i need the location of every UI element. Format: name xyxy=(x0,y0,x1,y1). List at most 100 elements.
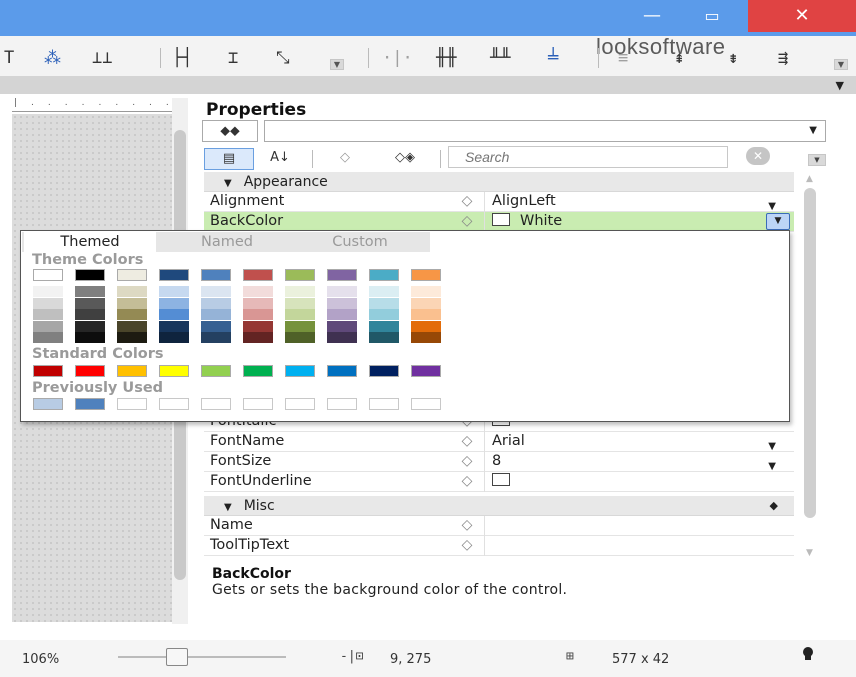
h-spacing-inc-icon[interactable]: ╨╨ xyxy=(490,48,510,68)
theme-shade-swatch[interactable] xyxy=(327,286,357,297)
standard-color-swatch[interactable] xyxy=(327,365,357,377)
align-bottom-icon[interactable]: ⊥⊥ xyxy=(92,48,112,68)
theme-shade-swatch[interactable] xyxy=(369,332,399,344)
standard-color-swatch[interactable] xyxy=(201,365,231,377)
binding-diamond-icon[interactable]: ◇ xyxy=(452,516,482,535)
theme-shade-swatch[interactable] xyxy=(327,297,357,309)
theme-shade-swatch[interactable] xyxy=(33,320,63,332)
theme-shade-swatch[interactable] xyxy=(33,309,63,321)
theme-shade-swatch[interactable] xyxy=(75,320,105,332)
theme-shade-swatch[interactable] xyxy=(33,332,63,344)
scroll-up-icon[interactable]: ▲ xyxy=(806,174,813,184)
v-spacing-inc-icon[interactable]: ⇟ xyxy=(728,48,738,68)
standard-color-swatch[interactable] xyxy=(75,365,105,377)
categorized-button[interactable]: ▤ xyxy=(204,148,254,170)
property-row-name[interactable]: Name ◇ xyxy=(204,516,794,536)
theme-color-swatch[interactable] xyxy=(75,269,105,281)
theme-shade-swatch[interactable] xyxy=(117,297,147,309)
same-height-icon[interactable]: ⌶ xyxy=(228,48,238,68)
binding-diamond-icon[interactable]: ◇ xyxy=(452,472,482,491)
theme-color-swatch[interactable] xyxy=(285,269,315,281)
same-size-icon[interactable]: ⤡ xyxy=(276,48,290,68)
toolbar-overflow-button-2[interactable]: ▼ xyxy=(834,59,848,70)
close-button[interactable]: ✕ xyxy=(748,0,856,32)
property-row-tooltiptext[interactable]: ToolTipText ◇ xyxy=(204,536,794,556)
theme-color-swatch[interactable] xyxy=(159,269,189,281)
theme-shade-swatch[interactable] xyxy=(285,297,315,309)
theme-shade-swatch[interactable] xyxy=(33,297,63,309)
standard-color-swatch[interactable] xyxy=(33,365,63,377)
theme-shade-swatch[interactable] xyxy=(411,309,441,321)
h-spacing-icon[interactable]: ·|· xyxy=(382,48,413,68)
property-row-fontunderline[interactable]: FontUnderline ◇ xyxy=(204,472,794,492)
theme-shade-swatch[interactable] xyxy=(201,309,231,321)
theme-shade-swatch[interactable] xyxy=(243,309,273,321)
theme-shade-swatch[interactable] xyxy=(327,320,357,332)
theme-color-swatch[interactable] xyxy=(411,269,441,281)
theme-shade-swatch[interactable] xyxy=(327,309,357,321)
align-middle-icon[interactable]: ⁂ xyxy=(44,48,61,68)
v-spacing-equal-icon[interactable]: ⇞ xyxy=(674,48,684,68)
property-row-alignment[interactable]: Alignment ◇ AlignLeft ▼ xyxy=(204,192,794,212)
theme-shade-swatch[interactable] xyxy=(75,286,105,297)
property-grid-scrollbar-thumb[interactable] xyxy=(804,188,816,518)
theme-shade-swatch[interactable] xyxy=(159,332,189,344)
binding-diamond-icon[interactable]: ◇ xyxy=(452,192,482,211)
property-row-backcolor[interactable]: BackColor ◇ White ▼ xyxy=(204,212,794,232)
h-spacing-dec-icon[interactable]: ╧ xyxy=(548,48,558,68)
bindings-button[interactable]: ◇◈ xyxy=(380,148,430,170)
v-spacing-dec-icon[interactable]: ⇶ xyxy=(778,48,788,68)
theme-shade-swatch[interactable] xyxy=(117,286,147,297)
standard-color-swatch[interactable] xyxy=(117,365,147,377)
theme-shade-swatch[interactable] xyxy=(411,297,441,309)
same-width-icon[interactable]: ├┤ xyxy=(172,48,192,68)
collapse-arrow-icon[interactable]: ▼ xyxy=(836,79,844,92)
theme-shade-swatch[interactable] xyxy=(201,286,231,297)
theme-shade-swatch[interactable] xyxy=(285,309,315,321)
clear-search-button[interactable]: ✕ xyxy=(746,147,770,165)
toolbar-overflow-button[interactable]: ▼ xyxy=(330,59,344,70)
lightbulb-icon[interactable] xyxy=(800,646,816,662)
theme-shade-swatch[interactable] xyxy=(369,320,399,332)
tab-named[interactable]: Named xyxy=(172,232,282,252)
theme-shade-swatch[interactable] xyxy=(117,320,147,332)
object-selector[interactable]: ▼ xyxy=(264,120,826,142)
theme-color-swatch[interactable] xyxy=(243,269,273,281)
standard-color-swatch[interactable] xyxy=(243,365,273,377)
theme-shade-swatch[interactable] xyxy=(159,297,189,309)
theme-shade-swatch[interactable] xyxy=(285,332,315,344)
h-spacing-equal-icon[interactable]: ╫╫ xyxy=(436,48,456,68)
theme-shade-swatch[interactable] xyxy=(327,332,357,344)
theme-shade-swatch[interactable] xyxy=(201,320,231,332)
recent-color-swatch[interactable] xyxy=(75,398,105,410)
standard-color-swatch[interactable] xyxy=(369,365,399,377)
panel-overflow-button[interactable]: ▼ xyxy=(808,154,826,166)
theme-shade-swatch[interactable] xyxy=(159,286,189,297)
theme-shade-swatch[interactable] xyxy=(243,297,273,309)
theme-shade-swatch[interactable] xyxy=(243,286,273,297)
binding-diamond-icon[interactable]: ◇ xyxy=(452,432,482,451)
theme-shade-swatch[interactable] xyxy=(411,320,441,332)
scroll-down-icon[interactable]: ▼ xyxy=(806,548,813,558)
fontunderline-checkbox[interactable] xyxy=(492,473,510,486)
theme-shade-swatch[interactable] xyxy=(75,309,105,321)
property-row-fontname[interactable]: FontName ◇ Arial ▼ xyxy=(204,432,794,452)
theme-shade-swatch[interactable] xyxy=(285,320,315,332)
theme-shade-swatch[interactable] xyxy=(369,297,399,309)
minimize-button[interactable]: — xyxy=(630,0,674,32)
theme-shade-swatch[interactable] xyxy=(33,286,63,297)
standard-color-swatch[interactable] xyxy=(159,365,189,377)
theme-shade-swatch[interactable] xyxy=(117,309,147,321)
standard-color-swatch[interactable] xyxy=(411,365,441,377)
events-button[interactable]: ◇ xyxy=(330,148,360,170)
maximize-button[interactable]: ▭ xyxy=(690,0,734,32)
theme-color-swatch[interactable] xyxy=(33,269,63,281)
zoom-slider-track[interactable] xyxy=(118,656,286,658)
theme-shade-swatch[interactable] xyxy=(159,309,189,321)
theme-shade-swatch[interactable] xyxy=(369,286,399,297)
align-top-icon[interactable]: T xyxy=(4,48,14,68)
theme-shade-swatch[interactable] xyxy=(285,286,315,297)
theme-color-swatch[interactable] xyxy=(327,269,357,281)
theme-color-swatch[interactable] xyxy=(201,269,231,281)
theme-shade-swatch[interactable] xyxy=(201,332,231,344)
